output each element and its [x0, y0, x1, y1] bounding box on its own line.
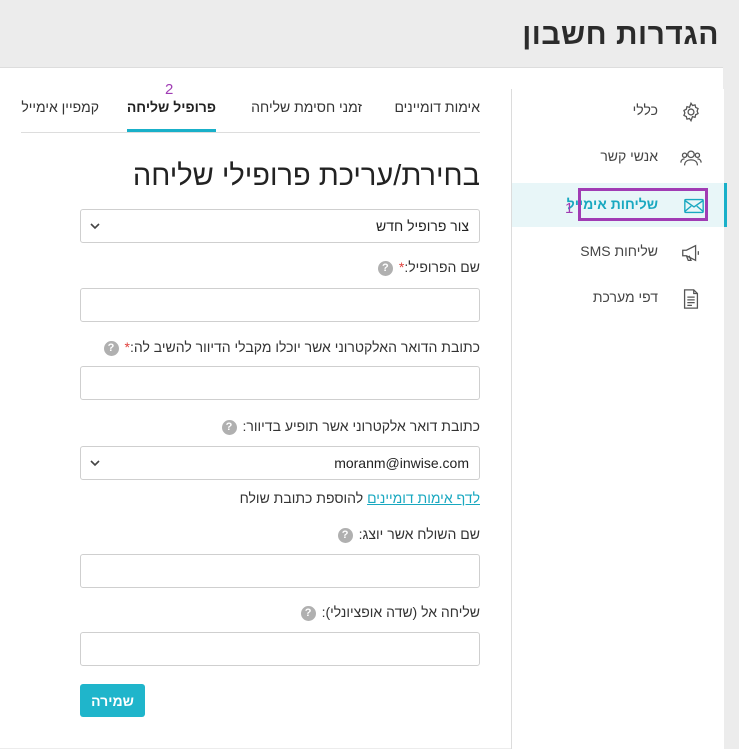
profile-name-input[interactable]: [80, 288, 480, 322]
settings-tabs: אימות דומיינים זמני חסימת שליחה פרופיל ש…: [21, 99, 480, 133]
help-icon[interactable]: ?: [377, 260, 393, 276]
label-text: שליחה אל (שדה אופציונלי):: [321, 604, 480, 620]
sidebar-item-system-pages[interactable]: דפי מערכת: [512, 276, 724, 320]
help-icon[interactable]: ?: [337, 527, 353, 543]
sender-name-label: שם השולח אשר יוצג:?: [337, 526, 480, 543]
sidebar-item-sms-sending[interactable]: שליחות SMS: [512, 230, 724, 274]
send-to-label: שליחה אל (שדה אופציונלי):?: [300, 604, 480, 621]
label-text: כתובת דואר אלקטרוני אשר תופיע בדיוור:: [242, 418, 480, 434]
help-icon[interactable]: ?: [103, 340, 119, 356]
save-button[interactable]: שמירה: [80, 684, 145, 717]
reply-to-input[interactable]: [80, 366, 480, 400]
sidebar-item-label: דפי מערכת: [592, 289, 658, 305]
tab-domain-verification[interactable]: אימות דומיינים: [394, 99, 480, 115]
label-text: כתובת הדואר האלקטרוני אשר יוכלו מקבלי הד…: [130, 339, 480, 355]
tab-send-blocking-times[interactable]: זמני חסימת שליחה: [251, 99, 362, 115]
sidebar-item-contacts[interactable]: אנשי קשר: [512, 135, 724, 179]
gear-icon: [683, 101, 699, 123]
highlight-box: [578, 188, 708, 221]
help-icon[interactable]: ?: [221, 419, 237, 435]
sidebar-item-label: שליחות SMS: [580, 243, 658, 259]
contacts-icon: [680, 150, 702, 166]
step-marker-1: 1: [565, 200, 574, 217]
profile-select-value: צור פרופיל חדש: [376, 218, 469, 234]
sender-name-input[interactable]: [80, 554, 480, 588]
help-icon[interactable]: ?: [300, 605, 316, 621]
send-to-input[interactable]: [80, 632, 480, 666]
tab-email-campaign[interactable]: קמפיין אימייל: [21, 99, 99, 115]
from-email-value: moranm@inwise.com: [334, 455, 469, 471]
step-marker-2: 2: [165, 81, 174, 98]
sidebar-item-general[interactable]: כללי: [512, 89, 724, 133]
megaphone-icon: [682, 244, 699, 262]
form-title: בחירת/עריכת פרופילי שליחה: [132, 160, 480, 192]
link-suffix: להוספת כתובת שולח: [239, 490, 364, 506]
label-text: שם השולח אשר יוצג:: [358, 526, 480, 542]
profile-select[interactable]: צור פרופיל חדש: [80, 209, 480, 243]
reply-to-label: כתובת הדואר האלקטרוני אשר יוכלו מקבלי הד…: [103, 339, 480, 356]
from-email-select[interactable]: moranm@inwise.com: [80, 446, 480, 480]
domains-link-line: לדף אימות דומיינים להוספת כתובת שולח: [240, 490, 480, 506]
from-email-label: כתובת דואר אלקטרוני אשר תופיע בדיוור:?: [221, 418, 480, 435]
domain-verification-link[interactable]: לדף אימות דומיינים: [367, 490, 480, 506]
page-title: הגדרות חשבון: [522, 18, 719, 51]
chevron-down-icon: [90, 223, 100, 230]
chevron-down-icon: [90, 460, 100, 467]
sidebar-item-label: אנשי קשר: [600, 148, 658, 164]
document-icon: [683, 289, 699, 309]
label-text: שם הפרופיל:: [404, 259, 480, 275]
sidebar-item-label: כללי: [632, 102, 658, 118]
tab-sending-profile[interactable]: פרופיל שליחה: [126, 99, 217, 132]
profile-name-label: שם הפרופיל:*?: [377, 259, 480, 276]
